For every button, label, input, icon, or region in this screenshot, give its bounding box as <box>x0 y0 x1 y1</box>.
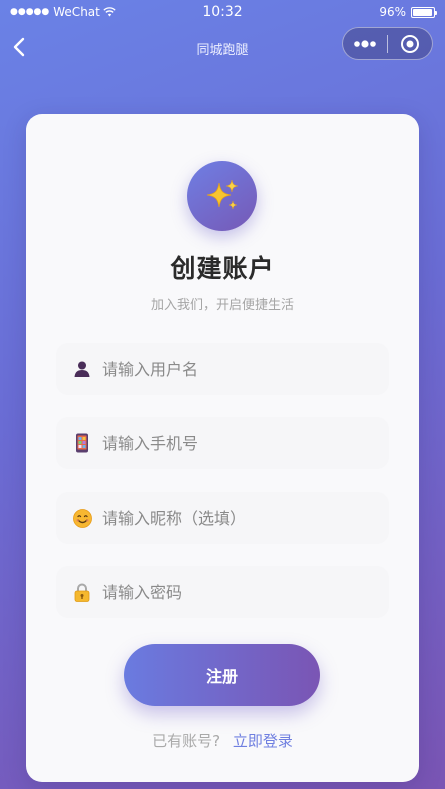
username-input[interactable] <box>102 354 382 384</box>
lock-icon <box>72 582 92 602</box>
status-right: 96% <box>379 5 437 19</box>
battery-icon <box>411 6 437 18</box>
sparkles-icon <box>206 179 239 210</box>
more-button[interactable] <box>343 28 387 59</box>
register-button[interactable]: 注册 <box>124 644 320 706</box>
smile-icon <box>72 508 92 528</box>
username-field[interactable] <box>56 343 389 395</box>
phone-icon <box>72 433 92 453</box>
close-button[interactable] <box>388 28 432 59</box>
login-row: 已有账号? 立即登录 <box>26 730 419 751</box>
login-prompt: 已有账号? <box>152 732 221 750</box>
phone-input[interactable] <box>102 428 382 458</box>
battery-percent: 96% <box>379 5 406 19</box>
nickname-field[interactable] <box>56 492 389 544</box>
more-dots-icon <box>354 39 376 48</box>
person-icon <box>72 359 92 379</box>
phone-field[interactable] <box>56 417 389 469</box>
logo-badge <box>187 161 257 231</box>
password-field[interactable] <box>56 566 389 618</box>
mini-program-capsule <box>342 27 433 60</box>
nav-bar: 同城跑腿 <box>0 26 445 68</box>
login-link[interactable]: 立即登录 <box>233 732 293 750</box>
register-card: 创建账户 加入我们，开启便捷生活 请输入用户名 请输入手机号 请输入昵称（选填）… <box>26 114 419 782</box>
app-screen: ●●●●● WeChat 10:32 96% 同城跑腿 创建账户 加入我们，开启… <box>0 0 445 789</box>
status-bar: ●●●●● WeChat 10:32 96% <box>0 0 445 26</box>
target-circle-icon <box>401 34 419 53</box>
nickname-input[interactable] <box>102 503 382 533</box>
page-title: 创建账户 <box>170 254 275 283</box>
password-input[interactable] <box>102 577 382 607</box>
status-time: 10:32 <box>202 4 243 20</box>
battery-level <box>413 8 433 16</box>
page-subtitle: 加入我们，开启便捷生活 <box>150 298 294 313</box>
